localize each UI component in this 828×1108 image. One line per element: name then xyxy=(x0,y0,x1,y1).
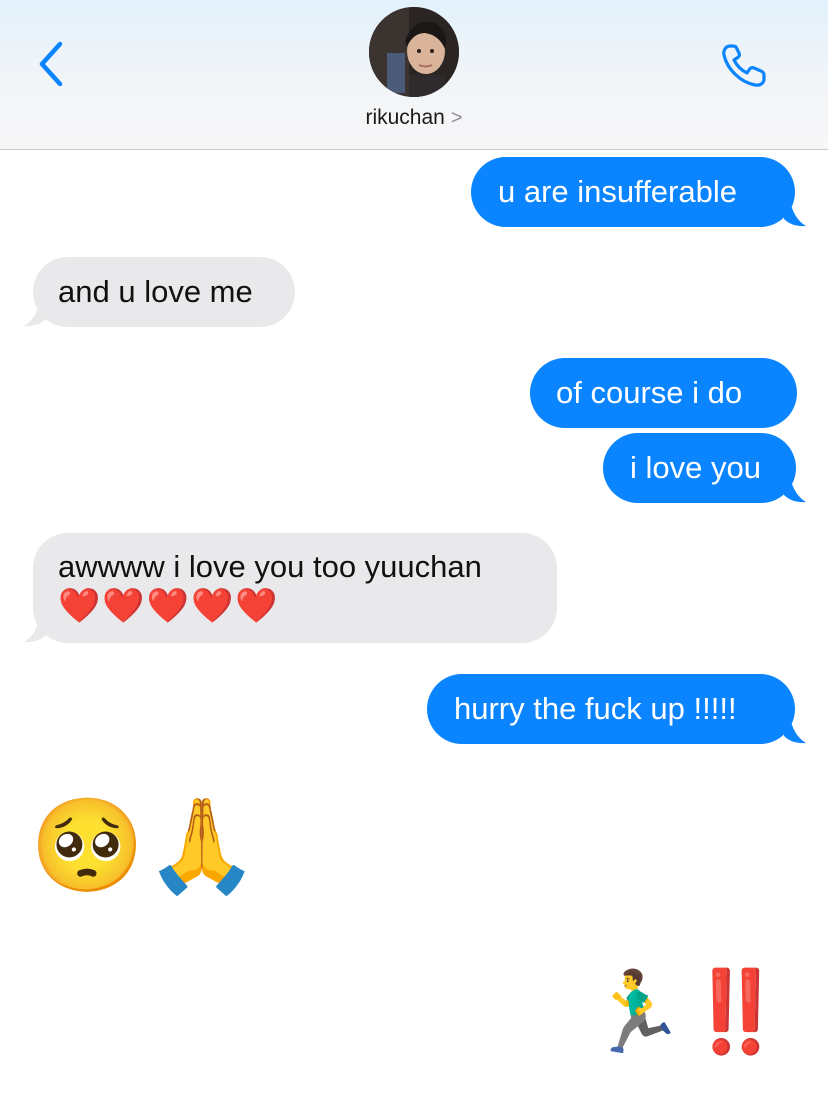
incoming-emoji-message[interactable]: 🥺🙏 xyxy=(30,798,259,894)
outgoing-bubble-tail xyxy=(784,477,806,503)
avatar-photo xyxy=(369,7,459,97)
message-text: u are insufferable xyxy=(498,174,737,209)
running-man-double-exclamation-emoji: 🏃‍♂️‼️ xyxy=(586,967,786,1056)
chevron-left-icon xyxy=(39,41,63,87)
message-text: awwww i love you too yuuchan xyxy=(58,549,482,584)
contact-name: rikuchan xyxy=(365,106,445,129)
incoming-message-bubble[interactable]: and u love me xyxy=(33,257,295,327)
outgoing-message-bubble[interactable]: hurry the fuck up !!!!! xyxy=(427,674,795,744)
outgoing-message-bubble[interactable]: i love you xyxy=(603,433,796,503)
heart-emoji-row: ❤️❤️❤️❤️❤️ xyxy=(58,587,280,625)
conversation-header: rikuchan > xyxy=(0,0,828,150)
call-button[interactable] xyxy=(716,38,772,94)
outgoing-bubble-tail xyxy=(784,201,806,227)
pleading-face-praying-hands-emoji: 🥺🙏 xyxy=(30,795,260,897)
message-text: and u love me xyxy=(58,274,253,309)
message-text: i love you xyxy=(630,450,761,485)
outgoing-bubble-tail xyxy=(784,718,806,744)
chevron-right-icon: > xyxy=(450,107,463,129)
incoming-bubble-tail xyxy=(24,301,46,327)
message-text: of course i do xyxy=(556,375,743,410)
contact-name-button[interactable]: rikuchan > xyxy=(0,106,828,130)
outgoing-emoji-message[interactable]: 🏃‍♂️‼️ xyxy=(587,964,786,1060)
incoming-message-bubble[interactable]: awwww i love you too yuuchan ❤️❤️❤️❤️❤️ xyxy=(33,533,557,643)
message-text: hurry the fuck up !!!!! xyxy=(454,691,737,726)
incoming-bubble-tail xyxy=(24,617,46,643)
outgoing-message-bubble[interactable]: of course i do xyxy=(530,358,797,428)
outgoing-message-bubble[interactable]: u are insufferable xyxy=(471,157,795,227)
back-button[interactable] xyxy=(30,38,76,90)
contact-avatar[interactable] xyxy=(369,7,459,97)
phone-icon xyxy=(722,44,766,87)
